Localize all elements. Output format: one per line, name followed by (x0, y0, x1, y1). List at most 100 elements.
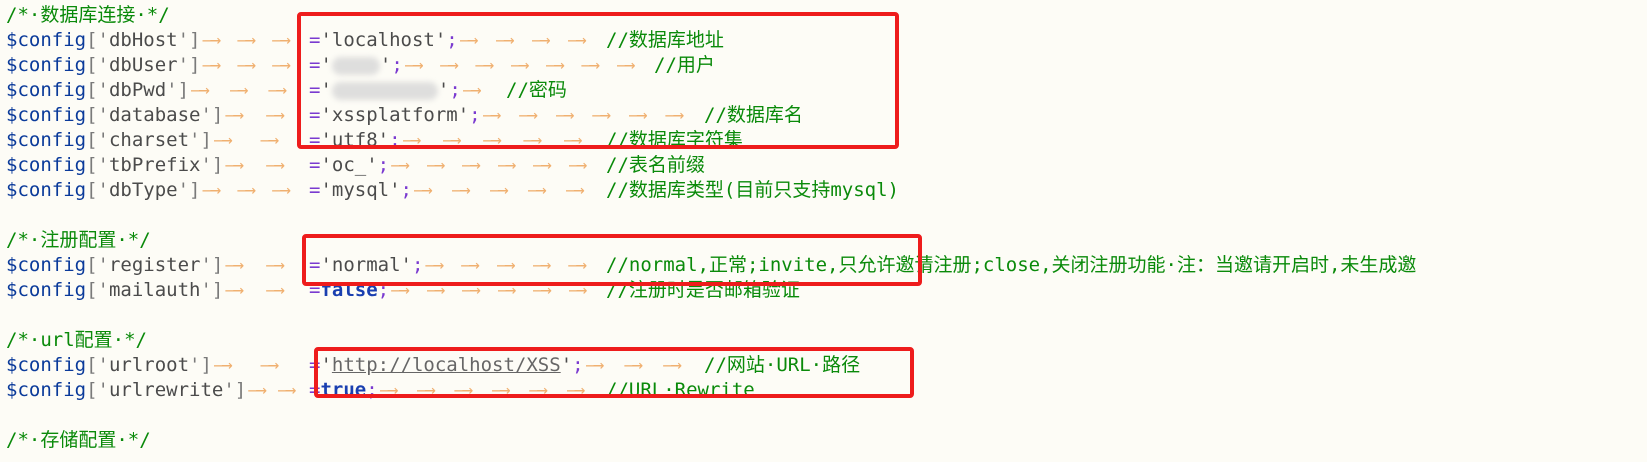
key-name: dbType (108, 179, 178, 201)
bracket: [' (86, 279, 109, 301)
bracket: [' (86, 54, 109, 76)
bracket: '] (177, 54, 201, 76)
code-line[interactable]: $config['dbType'] —→ —→ —→ ='mysql'; —→ —→ —→ —→… (6, 178, 1647, 203)
tab-marker-arrow: —→ (565, 179, 585, 201)
tab-marker-arrow: —→ (260, 354, 279, 376)
variable-name: $config (6, 79, 87, 101)
inline-comment: //表名前缀 (606, 154, 705, 176)
assign-operator: = (309, 179, 321, 201)
variable-name: $config (6, 54, 87, 76)
key-name: charset (108, 129, 190, 151)
code-line[interactable] (6, 403, 1647, 428)
variable-name: $config (6, 154, 87, 176)
variable-name: $config (6, 129, 87, 151)
tab-marker-arrow: —→ (272, 179, 291, 201)
variable-name: $config (6, 29, 87, 51)
tab-marker-arrow: —→ (237, 179, 256, 201)
bracket: '] (166, 79, 190, 101)
bracket: [' (86, 129, 109, 151)
bracket: '] (223, 379, 247, 401)
config-key: $config['dbUser'] (6, 53, 201, 78)
tab-marker-arrow: —→ (237, 29, 256, 51)
config-key: $config['register'] (6, 253, 223, 278)
code-line[interactable] (6, 303, 1647, 328)
tab-marker-arrow: —→ (391, 154, 410, 176)
key-name: dbHost (108, 29, 178, 51)
bracket: '] (200, 104, 224, 126)
key-name: mailauth (108, 279, 201, 301)
highlight-box-urlroot-setting (314, 347, 914, 398)
bracket: [' (86, 104, 109, 126)
bracket: '] (200, 279, 224, 301)
tab-marker-arrow: —→ (202, 54, 221, 76)
tab-marker-arrow: —→ (248, 379, 267, 401)
tab-marker-arrow: —→ (533, 154, 552, 176)
tab-marker-arrow: —→ (451, 179, 471, 201)
assign-operator: = (309, 154, 321, 176)
semicolon: ; (400, 179, 412, 201)
config-value: ='mysql'; (309, 178, 412, 203)
bracket: '] (189, 354, 212, 376)
tab-marker-arrow: —→ (266, 154, 285, 176)
code-line[interactable]: /*·存储配置·*/ (6, 428, 1647, 453)
code-line[interactable] (6, 203, 1647, 228)
tab-marker-arrow: —→ (229, 79, 249, 101)
config-key: $config['charset'] (6, 128, 212, 153)
config-key: $config['urlroot'] (6, 353, 212, 378)
highlight-box-register-setting (302, 234, 922, 286)
tab-marker-arrow: —→ (225, 254, 244, 276)
tab-marker-arrow: —→ (462, 154, 481, 176)
bracket: [' (86, 29, 109, 51)
highlight-box-database-settings (297, 12, 899, 149)
bracket: '] (177, 179, 201, 201)
bracket: '] (200, 154, 224, 176)
tab-marker-arrow: —→ (225, 104, 244, 126)
tab-marker-arrow: —→ (191, 79, 210, 101)
bracket: [' (86, 379, 109, 401)
tab-marker-arrow: —→ (213, 354, 233, 376)
tab-marker-arrow: —→ (568, 154, 588, 176)
semicolon: ; (377, 154, 390, 176)
tab-marker-arrow: —→ (202, 179, 221, 201)
config-key: $config['mailauth'] (6, 278, 223, 303)
key-name: register (108, 254, 201, 276)
bracket: '] (200, 254, 224, 276)
variable-name: $config (6, 354, 87, 376)
config-key: $config['tbPrefix'] (6, 153, 223, 178)
string-value: 'mysql' (320, 179, 401, 201)
tab-marker-arrow: —→ (266, 254, 285, 276)
tab-marker-arrow: —→ (527, 179, 547, 201)
tab-marker-arrow: —→ (225, 279, 244, 301)
bracket: [' (86, 354, 109, 376)
bracket: '] (189, 129, 212, 151)
config-key: $config['urlrewrite'] (6, 378, 246, 403)
tab-marker-arrow: —→ (277, 379, 297, 401)
config-key: $config['dbPwd'] (6, 78, 189, 103)
variable-name: $config (6, 254, 87, 276)
key-name: database (108, 104, 201, 126)
inline-comment: //数据库类型(目前只支持mysql) (606, 179, 899, 201)
tab-marker-arrow: —→ (237, 54, 256, 76)
code-comment: /*·url配置·*/ (6, 329, 147, 351)
config-key: $config['dbHost'] (6, 28, 201, 53)
bracket: [' (86, 179, 109, 201)
tab-marker-arrow: —→ (266, 279, 285, 301)
code-comment: /*·存储配置·*/ (6, 429, 151, 451)
tab-marker-arrow: —→ (489, 179, 509, 201)
key-name: dbPwd (108, 79, 167, 101)
config-key: $config['dbType'] (6, 178, 201, 203)
bracket: [' (86, 254, 109, 276)
key-name: tbPrefix (108, 154, 201, 176)
key-name: dbUser (108, 54, 178, 76)
bracket: '] (177, 29, 201, 51)
config-value: ='oc_'; (309, 153, 389, 178)
bracket: [' (86, 154, 109, 176)
variable-name: $config (6, 179, 87, 201)
config-key: $config['database'] (6, 103, 223, 128)
code-line[interactable]: $config['tbPrefix'] —→ —→ ='oc_'; —→ —→ —→ —→ —→… (6, 153, 1647, 178)
code-comment: /*·注册配置·*/ (6, 229, 151, 251)
key-name: urlroot (108, 354, 190, 376)
tab-marker-arrow: —→ (497, 154, 517, 176)
code-comment: /*·数据库连接·*/ (6, 4, 170, 26)
variable-name: $config (6, 379, 87, 401)
